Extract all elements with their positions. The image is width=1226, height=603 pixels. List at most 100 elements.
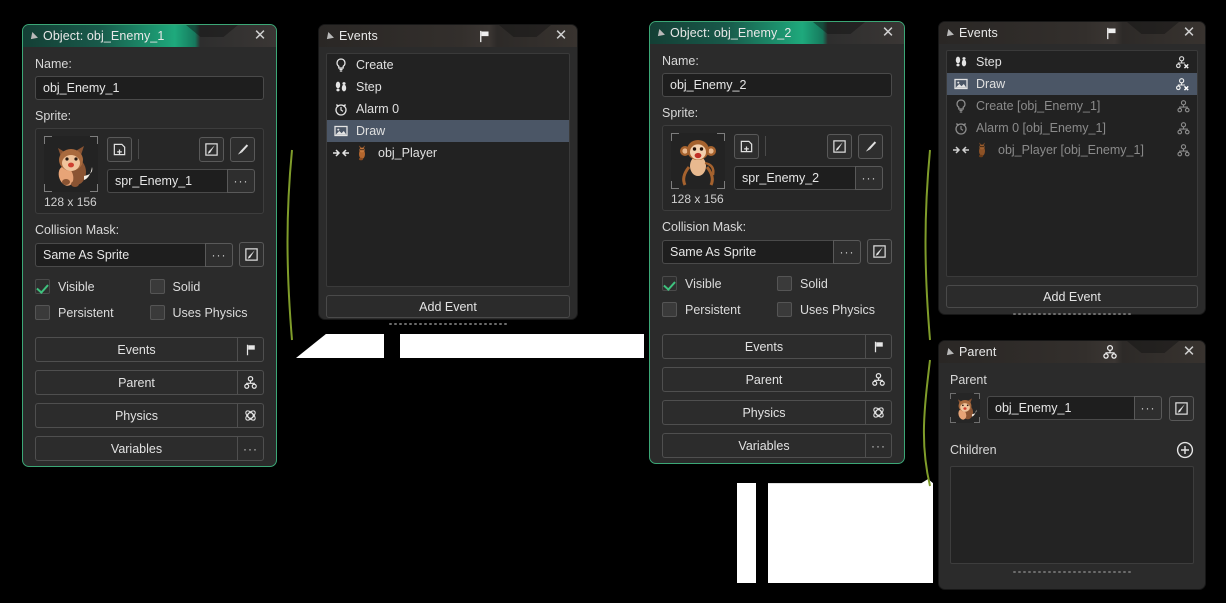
event-row-draw[interactable]: Draw — [947, 73, 1197, 95]
titlebar-events-enemy2[interactable]: Events ✕ — [939, 22, 1205, 44]
window-parent[interactable]: Parent ✕ Parent — [938, 340, 1206, 590]
event-row-collision-inherited[interactable]: obj_Player [obj_Enemy_1] — [947, 139, 1197, 161]
parent-icon[interactable] — [237, 370, 264, 395]
events-button[interactable]: Events — [35, 337, 237, 362]
event-row-step[interactable]: Step — [327, 76, 569, 98]
physics-button-row[interactable]: Physics — [35, 403, 264, 428]
close-icon[interactable]: ✕ — [1181, 344, 1197, 360]
close-icon[interactable]: ✕ — [252, 28, 268, 44]
sprite-thumbnail[interactable] — [671, 133, 725, 189]
parent-icon[interactable] — [865, 367, 892, 392]
collapse-triangle-icon[interactable] — [944, 348, 954, 358]
checkbox-uses-physics[interactable]: Uses Physics — [150, 305, 265, 320]
event-row-create-inherited[interactable]: Create [obj_Enemy_1] — [947, 95, 1197, 117]
parent-browse-button[interactable]: ··· — [1134, 396, 1162, 420]
close-icon[interactable]: ✕ — [553, 28, 569, 44]
persistent-checkbox-icon[interactable] — [662, 302, 677, 317]
parent-button-row[interactable]: Parent — [662, 367, 892, 392]
window-events-enemy1[interactable]: Events ✕ Create Step — [318, 24, 578, 320]
collision-mask-edit-button[interactable] — [867, 239, 892, 264]
new-sprite-button[interactable] — [107, 137, 132, 162]
uses-physics-checkbox-icon[interactable] — [150, 305, 165, 320]
sprite-thumbnail[interactable] — [44, 136, 98, 192]
children-list[interactable] — [950, 466, 1194, 564]
event-row-draw[interactable]: Draw — [327, 120, 569, 142]
ellipsis-icon[interactable]: ··· — [865, 433, 892, 458]
sprite-browse-button[interactable]: ··· — [855, 166, 883, 190]
event-list-enemy1[interactable]: Create Step Alarm 0 Draw — [326, 53, 570, 287]
parent-button[interactable]: Parent — [662, 367, 865, 392]
physics-icon[interactable] — [865, 400, 892, 425]
parent-override-icon[interactable] — [1173, 77, 1193, 92]
close-icon[interactable]: ✕ — [1181, 25, 1197, 41]
persistent-checkbox-icon[interactable] — [35, 305, 50, 320]
titlebar-object-enemy2[interactable]: Object: obj_Enemy_2 ✕ — [650, 22, 904, 44]
parent-button[interactable]: Parent — [35, 370, 237, 395]
checkbox-persistent[interactable]: Persistent — [662, 302, 777, 317]
paint-sprite-button[interactable] — [230, 137, 255, 162]
ellipsis-icon[interactable]: ··· — [237, 436, 264, 461]
parent-edit-button[interactable] — [1169, 396, 1194, 421]
physics-button[interactable]: Physics — [35, 403, 237, 428]
physics-button[interactable]: Physics — [662, 400, 865, 425]
solid-checkbox-icon[interactable] — [777, 276, 792, 291]
parent-override-icon[interactable] — [1173, 55, 1193, 70]
titlebar-parent[interactable]: Parent ✕ — [939, 341, 1205, 363]
events-button-row[interactable]: Events — [35, 337, 264, 362]
object-name-input[interactable]: obj_Enemy_1 — [35, 76, 264, 100]
uses-physics-checkbox-icon[interactable] — [777, 302, 792, 317]
checkbox-solid[interactable]: Solid — [777, 276, 892, 291]
new-sprite-button[interactable] — [734, 134, 759, 159]
event-list-enemy2[interactable]: Step Draw Create [obj_Enemy_1] — [946, 50, 1198, 277]
window-object-enemy1[interactable]: Object: obj_Enemy_1 ✕ Name: obj_Enemy_1 … — [22, 24, 277, 467]
event-row-alarm0-inherited[interactable]: Alarm 0 [obj_Enemy_1] — [947, 117, 1197, 139]
event-row-create[interactable]: Create — [327, 54, 569, 76]
variables-button[interactable]: Variables — [662, 433, 865, 458]
close-icon[interactable]: ✕ — [880, 25, 896, 41]
object-name-input[interactable]: obj_Enemy_2 — [662, 73, 892, 97]
event-row-step[interactable]: Step — [947, 51, 1197, 73]
physics-button-row[interactable]: Physics — [662, 400, 892, 425]
sprite-name-input[interactable]: spr_Enemy_2 — [734, 166, 855, 190]
collapse-triangle-icon[interactable] — [28, 32, 38, 42]
collision-mask-edit-button[interactable] — [239, 242, 264, 267]
add-child-icon[interactable] — [1176, 441, 1194, 459]
titlebar-events-enemy1[interactable]: Events ✕ — [319, 25, 577, 47]
parent-icon[interactable] — [1173, 99, 1193, 114]
visible-checkbox-icon[interactable] — [662, 276, 677, 291]
variables-button-row[interactable]: Variables ··· — [35, 436, 264, 461]
sprite-browse-button[interactable]: ··· — [227, 169, 255, 193]
collision-mask-select[interactable]: Same As Sprite — [662, 240, 833, 264]
add-event-button[interactable]: Add Event — [326, 295, 570, 318]
window-events-enemy2[interactable]: Events ✕ Step Draw — [938, 21, 1206, 315]
window-object-enemy2[interactable]: Object: obj_Enemy_2 ✕ Name: obj_Enemy_2 … — [649, 21, 905, 464]
checkbox-persistent[interactable]: Persistent — [35, 305, 150, 320]
checkbox-visible[interactable]: Visible — [662, 276, 777, 291]
checkbox-uses-physics[interactable]: Uses Physics — [777, 302, 892, 317]
sprite-name-input[interactable]: spr_Enemy_1 — [107, 169, 227, 193]
titlebar-object-enemy1[interactable]: Object: obj_Enemy_1 ✕ — [23, 25, 276, 47]
resize-grip[interactable] — [1012, 312, 1132, 316]
parent-icon[interactable] — [1173, 143, 1193, 158]
visible-checkbox-icon[interactable] — [35, 279, 50, 294]
event-row-collision-objplayer[interactable]: obj_Player — [327, 142, 569, 164]
edit-sprite-button[interactable] — [827, 134, 852, 159]
add-event-button[interactable]: Add Event — [946, 285, 1198, 308]
parent-icon[interactable] — [1173, 121, 1193, 136]
events-button-row[interactable]: Events — [662, 334, 892, 359]
parent-button-row[interactable]: Parent — [35, 370, 264, 395]
physics-icon[interactable] — [237, 403, 264, 428]
flag-icon[interactable] — [237, 337, 264, 362]
collapse-triangle-icon[interactable] — [944, 29, 954, 39]
resize-grip[interactable] — [388, 322, 508, 326]
flag-icon[interactable] — [865, 334, 892, 359]
variables-button-row[interactable]: Variables ··· — [662, 433, 892, 458]
checkbox-solid[interactable]: Solid — [150, 279, 265, 294]
variables-button[interactable]: Variables — [35, 436, 237, 461]
collision-mask-browse-button[interactable]: ··· — [205, 243, 233, 267]
collapse-triangle-icon[interactable] — [324, 32, 334, 42]
collision-mask-select[interactable]: Same As Sprite — [35, 243, 205, 267]
checkbox-visible[interactable]: Visible — [35, 279, 150, 294]
events-button[interactable]: Events — [662, 334, 865, 359]
solid-checkbox-icon[interactable] — [150, 279, 165, 294]
